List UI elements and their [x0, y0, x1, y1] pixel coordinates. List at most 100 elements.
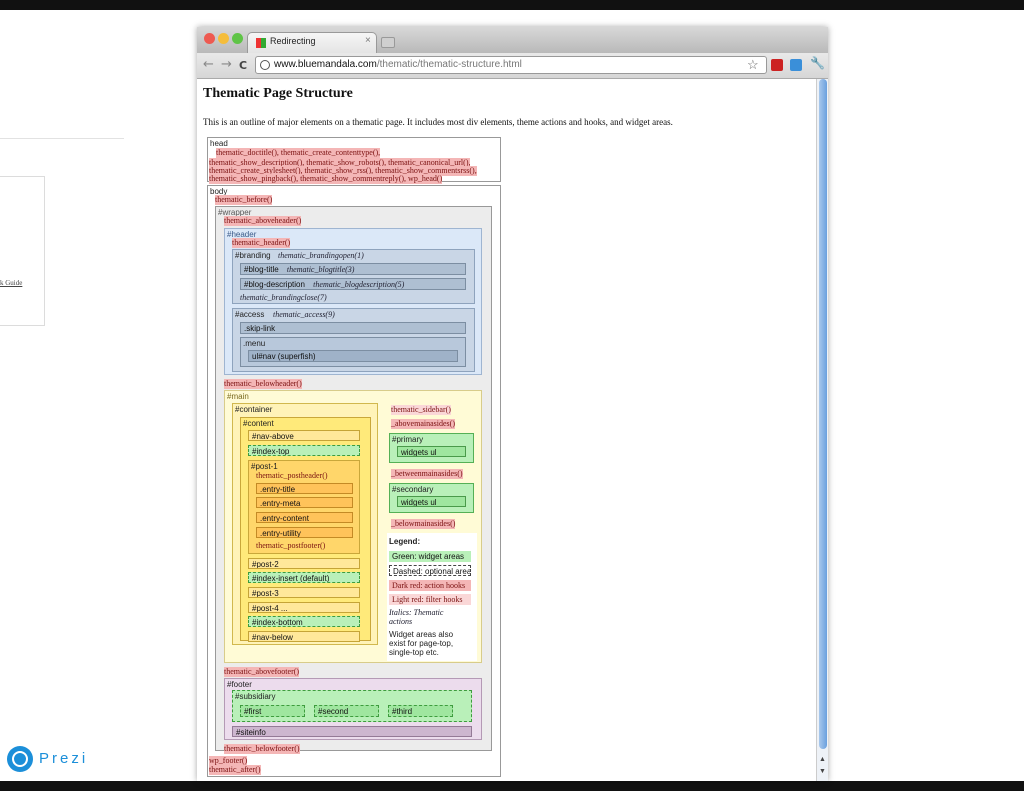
blog-title-box: #blog-title thematic_blogtitle(3): [240, 263, 466, 275]
globe-icon: [260, 60, 270, 70]
address-bar[interactable]: www.bluemandala.com/thematic/thematic-st…: [255, 56, 767, 74]
brandingopen-action: thematic_brandingopen(1): [278, 251, 364, 260]
post-2-box: #post-2: [248, 558, 360, 569]
wrapper-box: #wrapper thematic_aboveheader() #header …: [215, 206, 492, 754]
container-label: #container: [235, 405, 273, 414]
post-1-box: #post-1 thematic_postheader() .entry-tit…: [248, 460, 360, 554]
forward-icon[interactable]: →: [221, 57, 232, 72]
legend-note-3: single-top etc.: [389, 648, 439, 657]
legend-title: Legend:: [389, 537, 421, 546]
belowfooter-hook: thematic_belowfooter(): [224, 744, 300, 754]
tab-redirecting[interactable]: Redirecting ×: [247, 32, 377, 53]
extension-red-icon[interactable]: [771, 59, 783, 71]
scroll-down-icon[interactable]: ▼: [819, 767, 826, 775]
entry-utility-box: .entry-utility: [256, 527, 353, 538]
nav-below-box: #nav-below: [248, 631, 360, 642]
entry-meta-box: .entry-meta: [256, 497, 353, 508]
postheader-hook: thematic_postheader(): [256, 471, 328, 480]
abovefooter-hook: thematic_abovefooter(): [224, 667, 300, 677]
tab-close-icon[interactable]: ×: [365, 35, 371, 46]
belowheader-hook: thematic_belowheader(): [224, 379, 302, 389]
access-action: thematic_access(9): [273, 310, 335, 319]
first-widget-area: #first: [240, 705, 305, 717]
title-bar: Redirecting ×: [197, 27, 828, 53]
blogtitle-action: thematic_blogtitle(3): [286, 265, 355, 274]
toolbar: ← → C www.bluemandala.com/thematic/thema…: [197, 53, 828, 79]
left-divider: [0, 138, 124, 139]
page-intro: This is an outline of major elements on …: [203, 117, 673, 127]
scroll-up-icon[interactable]: ▲: [819, 755, 826, 763]
primary-widgets-ul: widgets ul: [397, 446, 466, 457]
subsidiary-widget-area: #subsidiary #first #second #third: [232, 690, 472, 722]
favicon-icon: [256, 38, 266, 48]
left-guide-link[interactable]: k Guide: [0, 279, 22, 287]
post-4-box: #post-4 ...: [248, 602, 360, 613]
scrollbar-thumb[interactable]: [819, 79, 827, 749]
branding-label: #branding: [235, 251, 271, 260]
siteinfo-box: #siteinfo: [232, 726, 472, 737]
blog-description-label: #blog-description: [244, 280, 305, 289]
thematic-after-hook: thematic_after(): [209, 765, 261, 775]
close-window-icon[interactable]: [204, 33, 215, 44]
nav-above-box: #nav-above: [248, 430, 360, 441]
vertical-scrollbar[interactable]: ▲ ▼: [816, 79, 828, 781]
left-card: [0, 176, 45, 326]
postfooter-hook: thematic_postfooter(): [256, 541, 326, 550]
legend-dashed: Dashed: optional area: [389, 565, 471, 576]
back-icon[interactable]: ←: [203, 57, 214, 72]
container-box: #container #content #nav-above #index-to…: [232, 403, 378, 645]
page-title: Thematic Page Structure: [203, 86, 353, 101]
brandingclose-action: thematic_brandingclose(7): [240, 293, 327, 302]
access-label: #access: [235, 310, 265, 319]
primary-label: #primary: [392, 435, 424, 444]
bottom-letterbox: [0, 781, 1024, 791]
betweenmainasides-hook: _betweenmainasides(): [391, 469, 463, 479]
bookmark-star-icon[interactable]: ☆: [747, 57, 759, 73]
abovemainasides-hook: _abovemainasides(): [391, 419, 455, 429]
reload-icon[interactable]: C: [239, 59, 247, 72]
branding-box: #branding thematic_brandingopen(1) #blog…: [232, 249, 475, 304]
url-host: www.bluemandala.com: [274, 59, 377, 70]
url-path: /thematic/thematic-structure.html: [376, 59, 522, 70]
legend-darkred: Dark red: action hooks: [389, 580, 471, 591]
index-bottom-box: #index-bottom: [248, 616, 360, 627]
post-3-box: #post-3: [248, 587, 360, 598]
blog-description-box: #blog-description thematic_blogdescripti…: [240, 278, 466, 290]
menu-label: .menu: [243, 339, 266, 348]
top-letterbox: [0, 0, 1024, 10]
main-box: #main #container #content #nav-above #in…: [224, 390, 482, 663]
access-box: #access thematic_access(9) .skip-link .m…: [232, 308, 475, 372]
head-hook-line-1: thematic_doctitle(), thematic_create_con…: [216, 148, 381, 158]
new-tab-button[interactable]: [381, 37, 395, 48]
header-hook: thematic_header(): [232, 238, 291, 248]
legend-green: Green: widget areas: [389, 551, 471, 562]
subsidiary-label: #subsidiary: [235, 692, 276, 701]
entry-title-box: .entry-title: [256, 483, 353, 494]
main-label: #main: [227, 392, 249, 401]
content-box: #content #nav-above #index-top #post-1 t…: [240, 417, 371, 642]
minimize-window-icon[interactable]: [218, 33, 229, 44]
legend-italics-2: actions: [389, 617, 413, 626]
legend: Legend: Green: widget areas Dashed: opti…: [387, 533, 477, 661]
index-insert-box: #index-insert (default): [248, 572, 360, 583]
extension-blue-icon[interactable]: [790, 59, 802, 71]
wrench-menu-icon[interactable]: 🔧: [810, 56, 825, 71]
nav-superfish-box: ul#nav (superfish): [248, 350, 458, 362]
entry-content-box: .entry-content: [256, 512, 353, 523]
prezi-brand: Prezi: [39, 750, 89, 767]
menu-box: .menu ul#nav (superfish): [240, 337, 466, 367]
footer-label: #footer: [227, 680, 252, 689]
content-label: #content: [243, 419, 274, 428]
zoom-window-icon[interactable]: [232, 33, 243, 44]
browser-window: Redirecting × ← → C www.bluemandala.com/…: [197, 27, 828, 781]
head-box: head thematic_doctitle(), thematic_creat…: [207, 137, 501, 184]
sidebar-hook: thematic_sidebar(): [391, 405, 451, 415]
legend-lightred: Light red: filter hooks: [389, 594, 471, 605]
body-box: body thematic_before() #wrapper thematic…: [207, 185, 501, 777]
belowmainasides-hook: _belowmainasides(): [391, 519, 456, 529]
blogdescription-action: thematic_blogdescription(5): [313, 280, 405, 289]
aboveheader-hook: thematic_aboveheader(): [224, 216, 302, 226]
second-widget-area: #second: [314, 705, 379, 717]
head-hook-line-4: thematic_show_pingback(), thematic_show_…: [209, 174, 443, 184]
index-top-box: #index-top: [248, 445, 360, 456]
